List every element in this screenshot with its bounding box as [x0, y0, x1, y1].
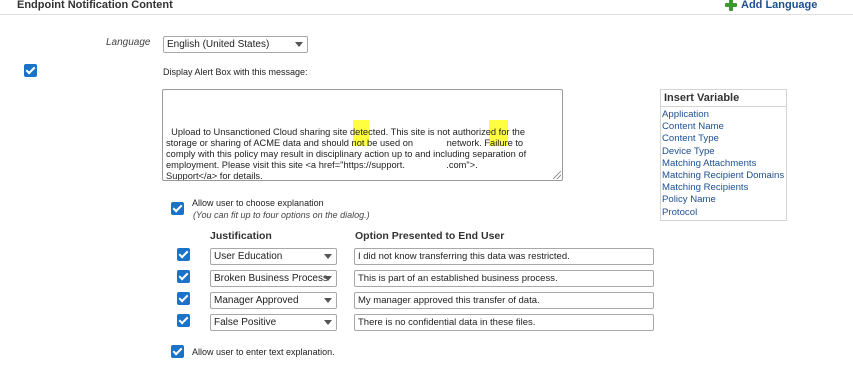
justification-select-value: User Education: [214, 251, 283, 262]
insert-variable-list: Application Content Name Content Type De…: [661, 107, 786, 220]
option-text-input[interactable]: This is part of an established business …: [354, 270, 654, 287]
insert-variable-device-type[interactable]: Device Type: [662, 146, 785, 158]
justification-row-checkbox[interactable]: [177, 292, 190, 305]
justification-select-value: False Positive: [214, 317, 277, 328]
display-alert-label: Display Alert Box with this message:: [163, 67, 308, 77]
allow-choose-explanation-label: Allow user to choose explanation: [192, 198, 324, 208]
allow-text-explanation-label: Allow user to enter text explanation.: [192, 347, 335, 357]
chevron-down-icon: [295, 42, 303, 47]
justification-select[interactable]: False Positive: [210, 314, 337, 331]
alert-message-textarea[interactable]: Upload to Unsanctioned Cloud sharing sit…: [162, 89, 563, 181]
option-column-header: Option Presented to End User: [355, 230, 505, 242]
resize-grip-icon[interactable]: [553, 171, 561, 179]
language-select-value: English (United States): [167, 39, 270, 50]
language-label: Language: [106, 37, 151, 48]
insert-variable-application[interactable]: Application: [662, 109, 785, 121]
justification-column-header: Justification: [210, 230, 272, 242]
justification-select[interactable]: User Education: [210, 248, 337, 265]
insert-variable-content-type[interactable]: Content Type: [662, 133, 785, 145]
alert-message-text: Upload to Unsanctioned Cloud sharing sit…: [166, 126, 527, 181]
insert-variable-title: Insert Variable: [661, 90, 786, 107]
justification-row-checkbox[interactable]: [177, 270, 190, 283]
plus-icon: [724, 0, 738, 12]
allow-choose-explanation-checkbox[interactable]: [171, 202, 184, 215]
insert-variable-content-name[interactable]: Content Name: [662, 121, 785, 133]
chevron-down-icon: [324, 298, 332, 303]
justification-select[interactable]: Manager Approved: [210, 292, 337, 309]
allow-text-explanation-checkbox[interactable]: [171, 345, 184, 358]
insert-variable-matching-recipient-domains[interactable]: Matching Recipient Domains: [662, 170, 785, 182]
insert-variable-panel: Insert Variable Application Content Name…: [660, 89, 787, 221]
justification-select-value: Manager Approved: [214, 295, 299, 306]
chevron-down-icon: [324, 320, 332, 325]
chevron-down-icon: [324, 276, 332, 281]
add-language-button[interactable]: Add Language: [724, 0, 817, 12]
insert-variable-matching-attachments[interactable]: Matching Attachments: [662, 158, 785, 170]
justification-select[interactable]: Broken Business Process: [210, 270, 337, 287]
header-divider: [0, 14, 853, 15]
language-select[interactable]: English (United States): [163, 36, 308, 53]
insert-variable-protocol[interactable]: Protocol: [662, 207, 785, 219]
section-title: Endpoint Notification Content: [17, 0, 173, 11]
option-text-input[interactable]: There is no confidential data in these f…: [354, 314, 654, 331]
insert-variable-matching-recipients[interactable]: Matching Recipients: [662, 182, 785, 194]
option-text-input[interactable]: I did not know transferring this data wa…: [354, 248, 654, 265]
option-text-input[interactable]: My manager approved this transfer of dat…: [354, 292, 654, 309]
justification-row-checkbox[interactable]: [177, 248, 190, 261]
insert-variable-policy-name[interactable]: Policy Name: [662, 194, 785, 206]
add-language-label: Add Language: [741, 0, 818, 11]
allow-choose-hint: (You can fit up to four options on the d…: [193, 210, 370, 220]
chevron-down-icon: [324, 254, 332, 259]
section-header: Endpoint Notification Content Add Langua…: [0, 0, 853, 15]
justification-row-checkbox[interactable]: [177, 314, 190, 327]
justification-select-value: Broken Business Process: [214, 273, 328, 284]
display-alert-checkbox[interactable]: [24, 64, 37, 77]
